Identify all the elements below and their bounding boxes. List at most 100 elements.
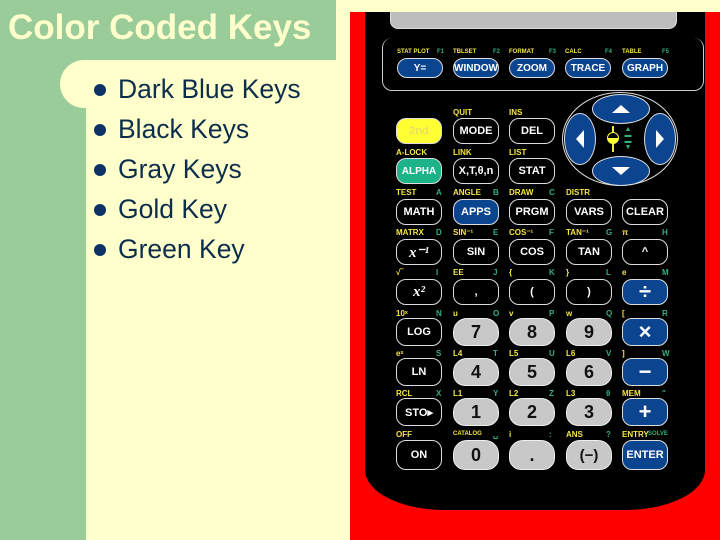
bullet-dot-icon [94, 244, 106, 256]
key-sym[interactable]: . [509, 440, 555, 470]
key-cos[interactable]: COS [509, 239, 555, 265]
bullet-dot-icon [94, 164, 106, 176]
key-secondary-label: F [549, 228, 554, 237]
key-secondary-label: COS⁻¹ [509, 228, 534, 237]
key-secondary-label: SIN⁻¹ [453, 228, 474, 237]
key-mode[interactable]: MODE [453, 118, 499, 144]
key-secondary-label: X [436, 389, 442, 398]
key-sto[interactable]: STO▸ [396, 398, 442, 426]
key-x-t-n[interactable]: X,T,θ,n [453, 158, 499, 184]
key-log[interactable]: LOG [396, 318, 442, 346]
key-2nd[interactable]: 2nd [396, 118, 442, 144]
key-sym[interactable]: ) [566, 279, 612, 305]
key-del[interactable]: DEL [509, 118, 555, 144]
key-secondary-label: MATRX [396, 228, 424, 237]
key-secondary-label: π [622, 228, 629, 237]
key-y[interactable]: Y= [397, 58, 443, 78]
bullet-dot-icon [94, 124, 106, 136]
key-on[interactable]: ON [396, 440, 442, 470]
key-secondary-label: : [549, 430, 552, 439]
key-secondary-label: { [509, 268, 513, 277]
key-sin[interactable]: SIN [453, 239, 499, 265]
key-secondary-label: ? [606, 430, 611, 439]
key-trace[interactable]: TRACE [565, 58, 611, 78]
key-x[interactable]: x² [396, 279, 442, 305]
key-secondary-label: S [436, 349, 442, 358]
key-2[interactable]: 2 [509, 398, 555, 426]
arrow-down-icon [612, 167, 630, 175]
key-prgm[interactable]: PRGM [509, 199, 555, 225]
key-secondary-label: v [509, 309, 514, 318]
key-secondary-label: i [509, 430, 512, 439]
key-sym[interactable]: ÷ [622, 279, 668, 305]
key-secondary-label: T [493, 349, 498, 358]
key-sym[interactable]: (−) [566, 440, 612, 470]
key-window[interactable]: WINDOW [453, 58, 499, 78]
key-secondary-label: ␣ [493, 430, 499, 439]
bullet-dot-icon [94, 84, 106, 96]
key-ln[interactable]: LN [396, 358, 442, 386]
key-secondary-label: DRAW [509, 188, 534, 197]
key-secondary-label: CALC [565, 49, 582, 55]
key-secondary-label: INS [509, 108, 523, 117]
arrow-right-icon [656, 130, 664, 148]
key-secondary-label: EE [453, 268, 464, 277]
key-graph[interactable]: GRAPH [622, 58, 668, 78]
arrow-up-key[interactable] [592, 94, 650, 124]
key-5[interactable]: 5 [509, 358, 555, 386]
key-secondary-label: L6 [566, 349, 576, 358]
key-6[interactable]: 6 [566, 358, 612, 386]
key-vars[interactable]: VARS [566, 199, 612, 225]
key-8[interactable]: 8 [509, 318, 555, 346]
key-secondary-label: ENTRY [622, 430, 649, 439]
key-0[interactable]: 0 [453, 440, 499, 470]
key-secondary-label: MEM [622, 389, 641, 398]
key-stat[interactable]: STAT [509, 158, 555, 184]
key-math[interactable]: MATH [396, 199, 442, 225]
key-zoom[interactable]: ZOOM [509, 58, 555, 78]
arrow-right-key[interactable] [644, 113, 676, 165]
arrow-left-key[interactable] [564, 113, 596, 165]
key-secondary-label: eˣ [396, 349, 404, 358]
key-7[interactable]: 7 [453, 318, 499, 346]
key-secondary-label: F4 [605, 49, 613, 55]
bullet-item: Dark Blue Keys [92, 70, 301, 110]
key-sym[interactable]: × [622, 318, 668, 346]
key-secondary-label: L2 [509, 389, 519, 398]
key-secondary-label: A [436, 188, 442, 197]
key-secondary-label: e [622, 268, 627, 277]
key-3[interactable]: 3 [566, 398, 612, 426]
key-secondary-label: W [662, 349, 670, 358]
contrast-gold-icon [607, 132, 619, 144]
key-alpha[interactable]: ALPHA [396, 158, 442, 184]
bullet-item: Gray Keys [92, 150, 301, 190]
key-secondary-label: 10ˣ [396, 309, 408, 318]
key-x[interactable]: x⁻¹ [396, 239, 442, 265]
arrow-down-key[interactable] [592, 156, 650, 186]
key-tan[interactable]: TAN [566, 239, 612, 265]
key-secondary-label: TAN⁻¹ [566, 228, 589, 237]
key-secondary-label: L [606, 268, 611, 277]
key-secondary-label: J [493, 268, 498, 277]
key-clear[interactable]: CLEAR [622, 199, 668, 225]
key-sym[interactable]: ^ [622, 239, 668, 265]
key-secondary-label: DISTR [566, 188, 590, 197]
key-sym[interactable]: ( [509, 279, 555, 305]
key-sym[interactable]: − [622, 358, 668, 386]
key-1[interactable]: 1 [453, 398, 499, 426]
key-sym[interactable]: , [453, 279, 499, 305]
key-secondary-label: [ [622, 309, 625, 318]
key-4[interactable]: 4 [453, 358, 499, 386]
key-secondary-label: M [662, 268, 669, 277]
bullet-list: Dark Blue Keys Black Keys Gray Keys Gold… [92, 70, 301, 270]
key-secondary-label: QUIT [453, 108, 473, 117]
key-enter[interactable]: ENTER [622, 440, 668, 470]
key-apps[interactable]: APPS [453, 199, 499, 225]
key-9[interactable]: 9 [566, 318, 612, 346]
contrast-green-icon: ▲ ▬ ▬ ▼ [624, 126, 632, 151]
key-secondary-label: LINK [453, 148, 472, 157]
key-secondary-label: w [566, 309, 573, 318]
key-sym[interactable]: + [622, 398, 668, 426]
key-secondary-label: STAT PLOT [397, 49, 430, 55]
key-secondary-label: K [549, 268, 555, 277]
